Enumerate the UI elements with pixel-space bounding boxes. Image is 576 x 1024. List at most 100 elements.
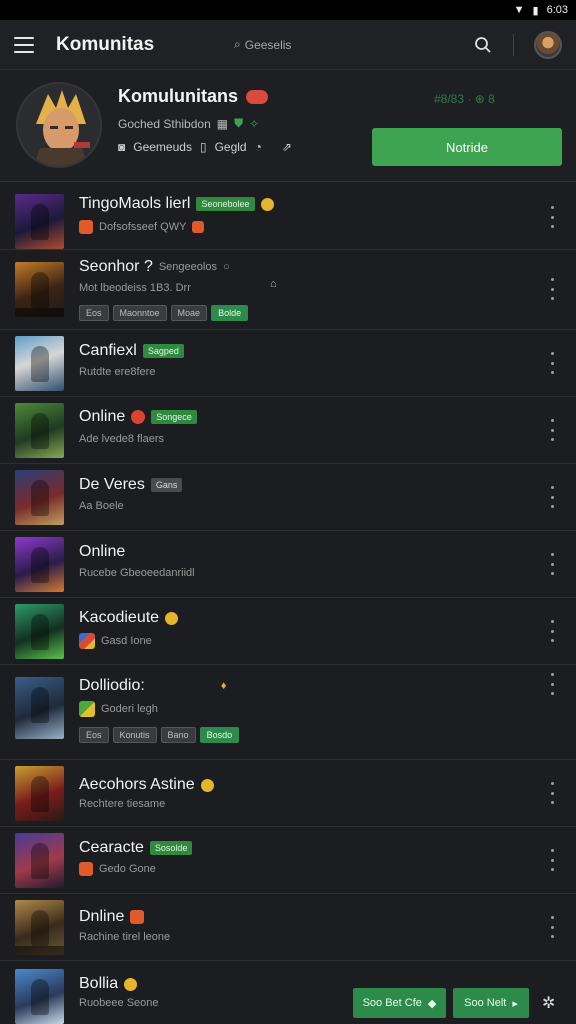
game-title: Cearacte [79, 839, 144, 856]
tag[interactable]: Eos [79, 727, 109, 743]
home-icon: ⌂ [270, 278, 277, 290]
more-options-icon[interactable] [548, 553, 556, 575]
game-title: De Veres [79, 476, 145, 493]
leaf-icon: ✧ [249, 116, 260, 131]
search-hint[interactable]: ⌕ Geeselis [234, 37, 469, 52]
game-thumbnail [15, 470, 64, 525]
game-badge: Sosolde [149, 841, 193, 855]
game-title: TingoMaols lierl [79, 195, 191, 212]
game-subtitle: Gasd Ione [101, 635, 152, 647]
app-icon [192, 221, 205, 233]
more-options-icon[interactable] [548, 782, 556, 804]
game-thumbnail [15, 403, 64, 458]
list-item[interactable]: De Veres Gans Aa Boele [0, 464, 576, 531]
settings-icon[interactable]: ✲ [542, 993, 555, 1013]
game-subtitle: Mot lbeodeiss 1B3. Drr [79, 282, 191, 294]
game-title: Online [79, 543, 126, 560]
tag-list: Eos Konutis Bano Bosdo [79, 727, 240, 743]
game-tagline: Sengeeolos [158, 261, 217, 273]
tag[interactable]: Konutis [112, 727, 157, 743]
game-subtitle: Ruobeee Seone [79, 997, 159, 1009]
more-options-icon[interactable] [548, 849, 556, 871]
list-item[interactable]: Seonhor ? Sengeeolos ○ Mot lbeodeiss 1B3… [0, 250, 576, 330]
game-subtitle: Aa Boele [79, 500, 124, 512]
app-icon [79, 701, 95, 717]
more-options-icon[interactable] [548, 206, 556, 228]
follow-button[interactable]: Notride [372, 128, 562, 166]
game-thumbnail [15, 677, 64, 739]
app-title: Komunitas [56, 33, 155, 55]
status-time: 6:03 [546, 4, 568, 16]
tag[interactable]: Maonntoe [112, 305, 167, 321]
game-thumbnail [15, 262, 64, 317]
game-title: Canfiexl [79, 342, 137, 359]
tag-list: Eos Maonntoe Moae Bolde [79, 305, 249, 321]
game-badge: Songece [151, 410, 197, 424]
tag[interactable]: Eos [79, 305, 109, 321]
list-item[interactable]: Cearacte Sosolde Gedo Gone [0, 827, 576, 894]
app-icon [79, 633, 95, 649]
search-icon[interactable] [469, 31, 497, 59]
tag[interactable]: Bano [160, 727, 196, 743]
game-badge: Sagped [142, 344, 184, 358]
list-item[interactable]: Dolliodio: ♦ Goderi legh Eos Konutis Ban… [0, 665, 576, 760]
arrow-right-icon: ▸ [512, 997, 518, 1010]
diamond-icon: ◆ [427, 997, 437, 1010]
list-item[interactable]: Canfiexl Sagped Rutdte ere8fere [0, 330, 576, 397]
menu-icon[interactable] [14, 36, 34, 53]
share-icon: ⇗ [281, 140, 292, 154]
more-options-icon[interactable] [548, 916, 556, 938]
list-item[interactable]: Dnline Rachine tirel leone [0, 894, 576, 961]
game-subtitle: Ade lvede8 flaers [79, 433, 164, 445]
list-item[interactable]: Online Songece Ade lvede8 flaers [0, 397, 576, 464]
more-options-icon[interactable] [548, 419, 556, 441]
game-subtitle: Dofsofsseef QWY [99, 221, 187, 233]
coin-icon [200, 778, 214, 792]
footer-next-button[interactable]: Soo Nelt ▸ [453, 988, 529, 1018]
game-subtitle: Goderi legh [101, 703, 158, 715]
community-avatar [16, 82, 102, 168]
game-thumbnail [15, 604, 64, 659]
game-thumbnail [15, 833, 64, 888]
tag[interactable]: Moae [170, 305, 208, 321]
more-options-icon[interactable] [548, 620, 556, 642]
app-bar: Komunitas ⌕ Geeselis [0, 20, 576, 70]
more-options-icon[interactable] [548, 673, 556, 695]
game-title: Bollia [79, 975, 119, 992]
game-thumbnail [15, 537, 64, 592]
game-badge: Seonebolee [196, 197, 255, 211]
more-options-icon[interactable] [548, 352, 556, 374]
list-item[interactable]: Online Rucebe Gbeoeedanriidl [0, 531, 576, 598]
game-subtitle: Gedo Gone [99, 863, 156, 875]
fire-icon [130, 910, 145, 924]
verified-badge-icon [246, 89, 268, 104]
community-stat: #8/83 · ⊕ 8 [434, 92, 495, 106]
tag-highlight[interactable]: Bolde [211, 305, 249, 321]
coin-icon [124, 977, 138, 991]
user-avatar[interactable] [534, 30, 562, 59]
list-item[interactable]: TingoMaols lierl Seonebolee Dofsofsseef … [0, 182, 576, 250]
tag-highlight[interactable]: Bosdo [199, 727, 240, 743]
game-title: Online [79, 408, 126, 425]
footer-action-button[interactable]: Soo Bet Cfe ◆ [353, 988, 446, 1018]
info-icon: ○ [222, 261, 230, 273]
community-header: Komulunitans Goched Sthibdon ▦ ⛊ ✧ ◙ Gee… [0, 70, 576, 182]
more-options-icon[interactable] [548, 486, 556, 508]
game-subtitle: Rechtere tiesame [79, 798, 166, 810]
game-subtitle: Rutdte ere8fere [79, 366, 156, 378]
more-options-icon[interactable] [548, 278, 556, 300]
list-item[interactable]: Kacodieute Gasd Ione [0, 598, 576, 665]
list-item[interactable]: Aecohors Astine Rechtere tiesame [0, 760, 576, 827]
game-thumbnail [15, 766, 64, 821]
doc-icon: ▯ [199, 140, 207, 154]
status-bar: ▼ ▮ 6:03 [0, 0, 576, 20]
signal-icon: ▮ [532, 4, 539, 17]
game-badge: Gans [150, 478, 183, 492]
chat-icon: ◙ [118, 140, 126, 154]
game-thumbnail [15, 194, 64, 249]
game-title: Seonhor ? [79, 258, 153, 275]
game-title: Aecohors Astine [79, 776, 195, 793]
pin-icon: ♦ [220, 680, 227, 692]
game-title: Dnline [79, 908, 125, 925]
game-subtitle: Rucebe Gbeoeedanriidl [79, 567, 195, 579]
